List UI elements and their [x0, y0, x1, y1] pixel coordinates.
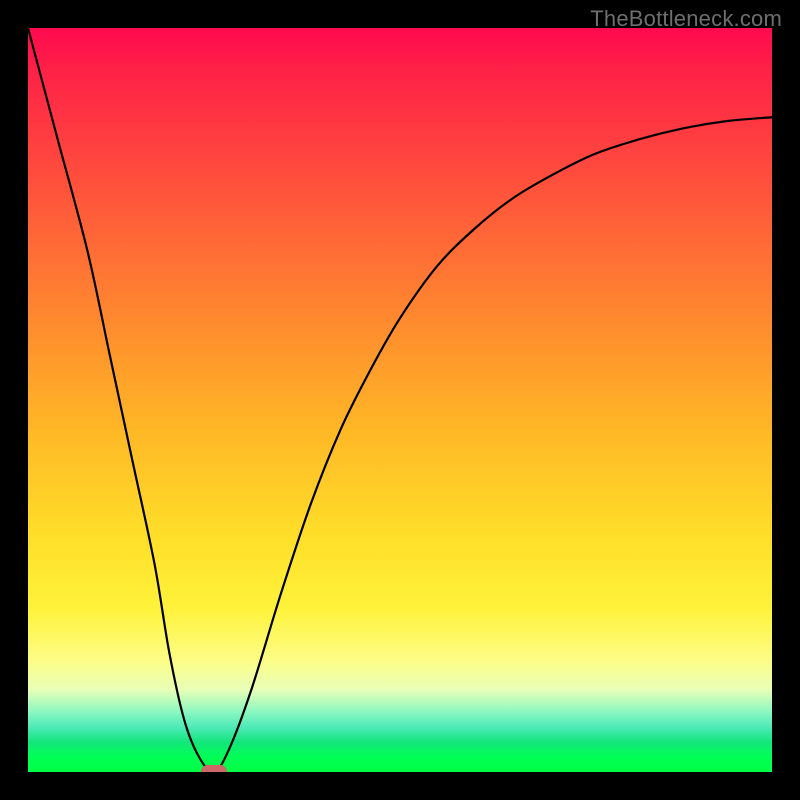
outer-frame: TheBottleneck.com [0, 0, 800, 800]
curve-layer [28, 28, 772, 772]
min-marker [201, 765, 227, 772]
watermark-text: TheBottleneck.com [590, 6, 782, 32]
plot-area [28, 28, 772, 772]
bottleneck-curve [28, 28, 772, 772]
